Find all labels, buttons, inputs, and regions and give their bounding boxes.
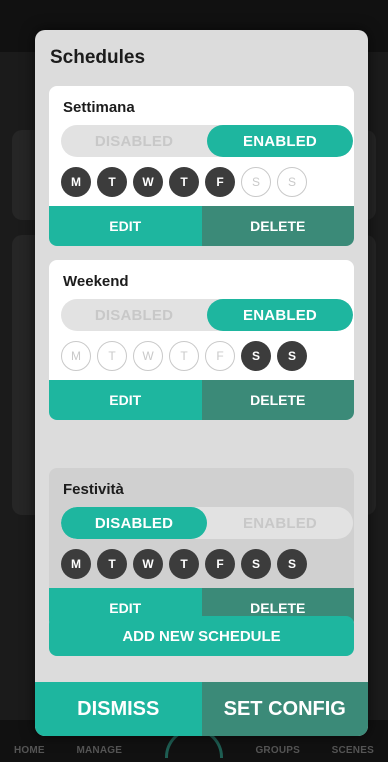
day-friday[interactable]: F xyxy=(205,341,235,371)
day-friday[interactable]: F xyxy=(205,167,235,197)
nav-home: HOME xyxy=(14,745,45,756)
schedule-list[interactable]: Settimana DISABLED ENABLED M T W T F S S… xyxy=(49,86,354,631)
toggle-disabled-option[interactable]: DISABLED xyxy=(61,507,207,539)
day-saturday[interactable]: S xyxy=(241,549,271,579)
day-tuesday[interactable]: T xyxy=(97,549,127,579)
edit-button[interactable]: EDIT xyxy=(49,380,202,420)
enabled-toggle[interactable]: DISABLED ENABLED xyxy=(61,125,353,157)
modal-title: Schedules xyxy=(50,47,146,68)
toggle-disabled-option[interactable]: DISABLED xyxy=(61,299,207,331)
toggle-enabled-option[interactable]: ENABLED xyxy=(207,125,353,157)
day-monday[interactable]: M xyxy=(61,549,91,579)
schedule-card: Weekend DISABLED ENABLED M T W T F S S E… xyxy=(49,260,354,420)
delete-button[interactable]: DELETE xyxy=(201,206,354,246)
enabled-toggle[interactable]: DISABLED ENABLED xyxy=(61,299,353,331)
edit-button[interactable]: EDIT xyxy=(49,206,202,246)
toggle-enabled-option[interactable]: ENABLED xyxy=(207,299,353,331)
weekday-selector: M T W T F S S xyxy=(61,167,307,197)
day-tuesday[interactable]: T xyxy=(97,341,127,371)
day-sunday[interactable]: S xyxy=(277,341,307,371)
day-thursday[interactable]: T xyxy=(169,341,199,371)
schedule-name: Weekend xyxy=(63,273,129,290)
schedules-modal: Schedules Settimana DISABLED ENABLED M T… xyxy=(35,30,368,736)
add-schedule-button[interactable]: ADD NEW SCHEDULE xyxy=(49,616,354,656)
weekday-selector: M T W T F S S xyxy=(61,341,307,371)
day-thursday[interactable]: T xyxy=(169,549,199,579)
day-tuesday[interactable]: T xyxy=(97,167,127,197)
schedule-name: Festività xyxy=(63,481,124,498)
day-sunday[interactable]: S xyxy=(277,549,307,579)
schedule-card: Festività DISABLED ENABLED M T W T F S S… xyxy=(49,468,354,628)
day-thursday[interactable]: T xyxy=(169,167,199,197)
nav-scenes: SCENES xyxy=(331,745,374,756)
day-sunday[interactable]: S xyxy=(277,167,307,197)
schedule-card: Settimana DISABLED ENABLED M T W T F S S… xyxy=(49,86,354,246)
nav-groups: GROUPS xyxy=(255,745,300,756)
day-saturday[interactable]: S xyxy=(241,341,271,371)
day-wednesday[interactable]: W xyxy=(133,549,163,579)
weekday-selector: M T W T F S S xyxy=(61,549,307,579)
nav-manage: MANAGE xyxy=(76,745,123,756)
day-wednesday[interactable]: W xyxy=(133,167,163,197)
card-actions: EDIT DELETE xyxy=(49,206,354,246)
delete-button[interactable]: DELETE xyxy=(201,380,354,420)
dismiss-button[interactable]: DISMISS xyxy=(35,682,202,736)
toggle-disabled-option[interactable]: DISABLED xyxy=(61,125,207,157)
day-monday[interactable]: M xyxy=(61,167,91,197)
card-actions: EDIT DELETE xyxy=(49,380,354,420)
toggle-enabled-option[interactable]: ENABLED xyxy=(207,507,353,539)
day-wednesday[interactable]: W xyxy=(133,341,163,371)
day-monday[interactable]: M xyxy=(61,341,91,371)
day-friday[interactable]: F xyxy=(205,549,235,579)
modal-footer: DISMISS SET CONFIG xyxy=(35,682,368,736)
day-saturday[interactable]: S xyxy=(241,167,271,197)
set-config-button[interactable]: SET CONFIG xyxy=(201,682,368,736)
schedule-name: Settimana xyxy=(63,99,135,116)
enabled-toggle[interactable]: DISABLED ENABLED xyxy=(61,507,353,539)
